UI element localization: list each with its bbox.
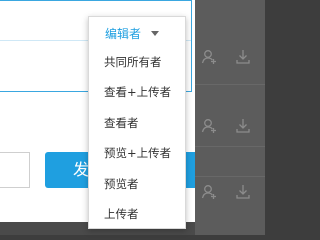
- permission-option-previewer[interactable]: 预览者: [89, 169, 185, 199]
- message-input[interactable]: [0, 152, 30, 188]
- add-member-icon[interactable]: [200, 48, 218, 66]
- download-icon[interactable]: [234, 48, 252, 66]
- permission-option-previewer-uploader[interactable]: 预览+上传者: [89, 138, 185, 168]
- permission-option-viewer-uploader[interactable]: 查看+上传者: [89, 77, 185, 107]
- chevron-down-icon: [151, 30, 160, 36]
- permission-option-uploader[interactable]: 上传者: [89, 199, 185, 229]
- permission-option-co-owner[interactable]: 共同所有者: [89, 47, 185, 77]
- download-icon[interactable]: [234, 183, 252, 201]
- add-member-icon[interactable]: [200, 117, 218, 135]
- permission-options: 共同所有者 查看+上传者 查看者 预览+上传者 预览者 上传者: [89, 47, 185, 229]
- permission-dropdown[interactable]: 编辑者 共同所有者 查看+上传者 查看者 预览+上传者 预览者 上传者: [88, 16, 186, 229]
- permission-option-viewer[interactable]: 查看者: [89, 108, 185, 138]
- selected-permission-label: 编辑者: [105, 26, 142, 41]
- download-icon[interactable]: [234, 117, 252, 135]
- add-member-icon[interactable]: [200, 183, 218, 201]
- permission-select-trigger[interactable]: 编辑者: [89, 17, 185, 49]
